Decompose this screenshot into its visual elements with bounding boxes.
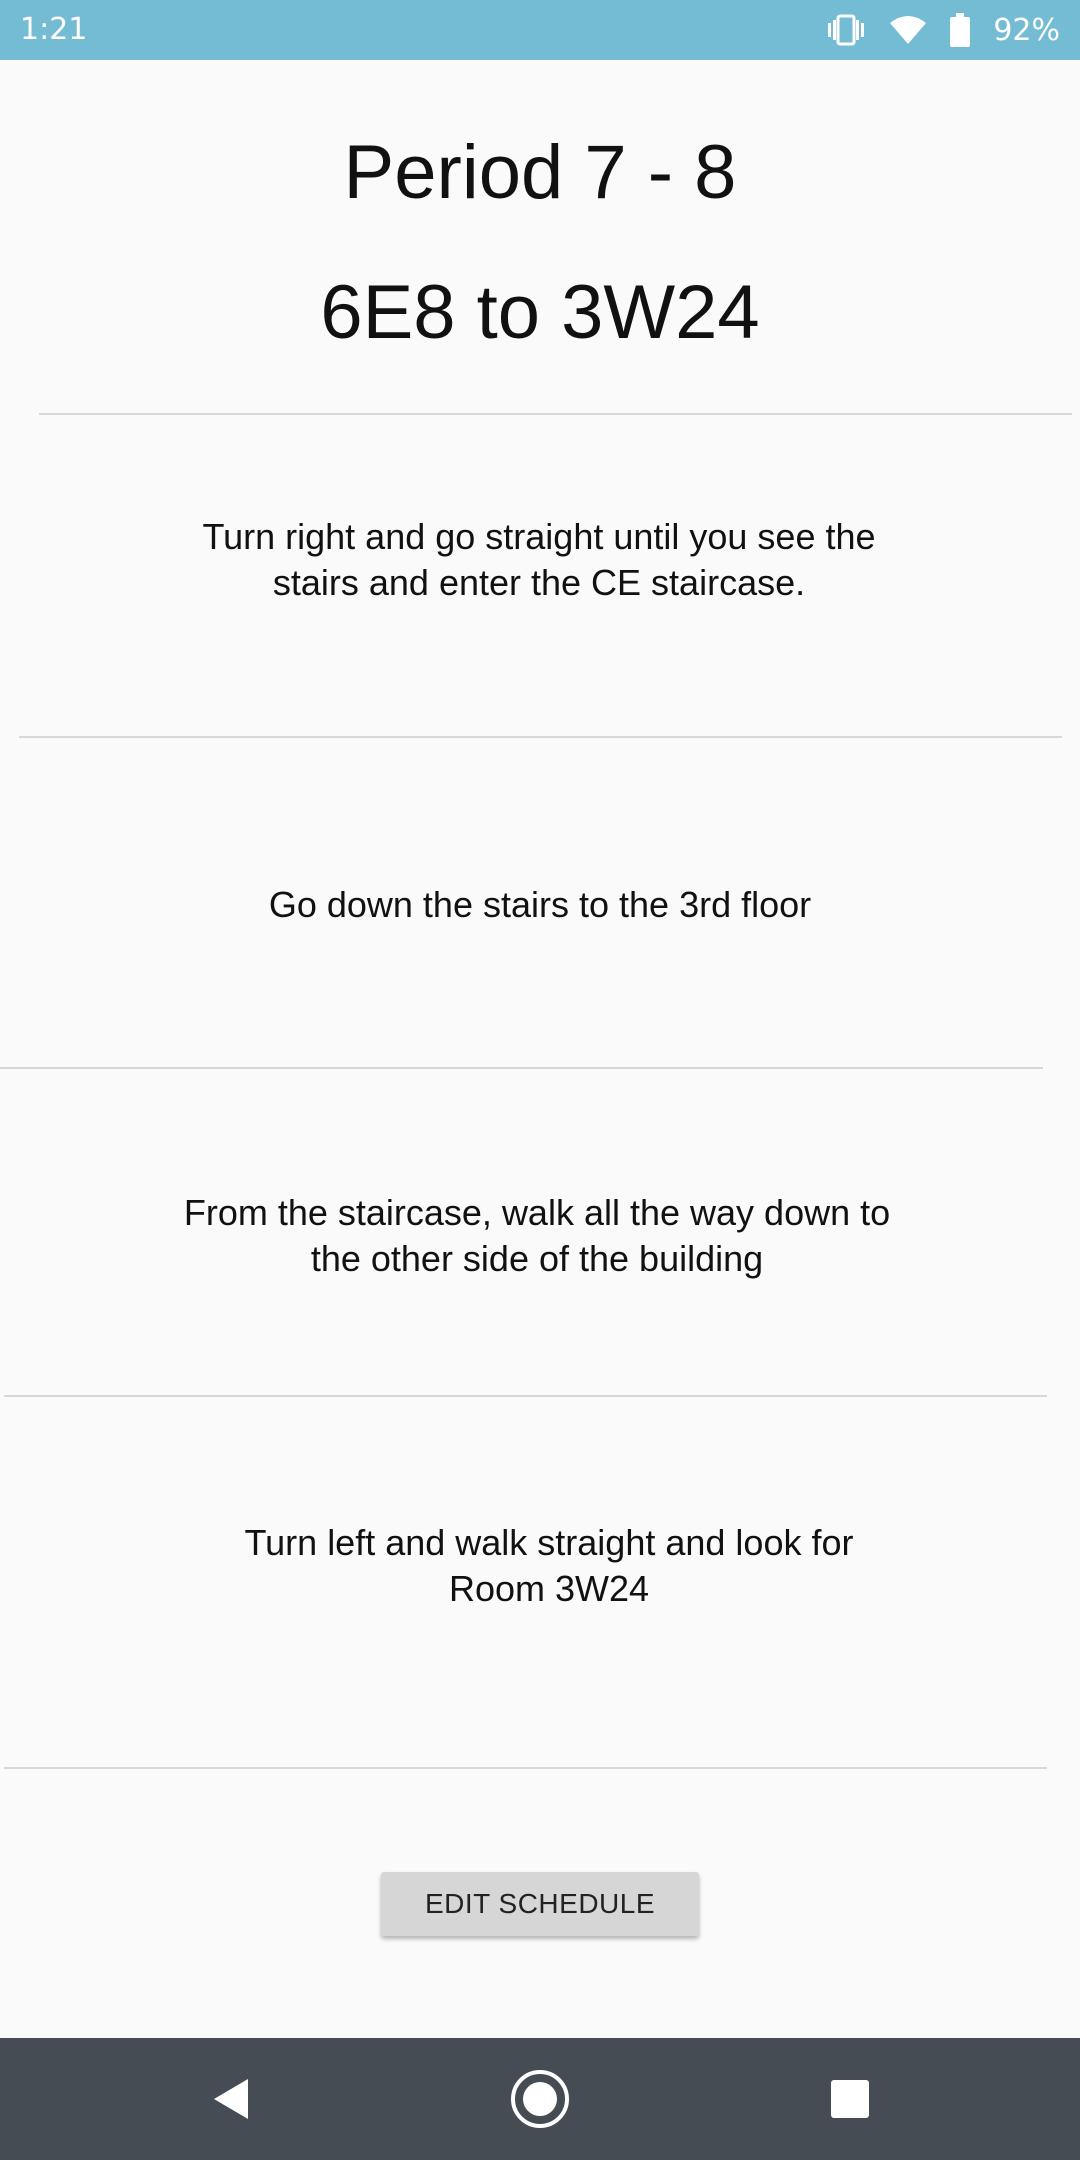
- step-4-line-2: Room 3W24: [448, 1568, 650, 1609]
- direction-step-2: Go down the stairs to the 3rd floor: [0, 860, 1080, 950]
- vibrate-icon: [825, 14, 867, 46]
- divider: [19, 736, 1062, 738]
- status-icons: 92%: [825, 0, 1060, 60]
- recents-icon: [831, 2080, 869, 2118]
- home-icon: [511, 2070, 569, 2128]
- step-4-line-1: Turn left and walk straight and look for: [244, 1522, 854, 1563]
- divider: [0, 1067, 1043, 1069]
- battery-icon: [949, 13, 971, 47]
- home-button[interactable]: [480, 2038, 600, 2160]
- step-2-line-1: Go down the stairs to the 3rd floor: [268, 884, 812, 925]
- step-1-line-2: stairs and enter the CE staircase.: [272, 562, 806, 603]
- back-icon: [214, 2079, 248, 2119]
- status-bar: 1:21 92%: [0, 0, 1080, 60]
- direction-step-3: From the staircase, walk all the way dow…: [0, 1188, 1077, 1284]
- divider: [4, 1767, 1047, 1769]
- navigation-bar: [0, 2038, 1080, 2160]
- divider: [39, 413, 1072, 415]
- battery-percent: 92%: [993, 12, 1060, 48]
- divider: [4, 1395, 1047, 1397]
- step-3-line-2: the other side of the building: [310, 1238, 764, 1279]
- step-3-line-1: From the staircase, walk all the way dow…: [183, 1192, 891, 1233]
- recents-button[interactable]: [790, 2038, 910, 2160]
- back-button[interactable]: [170, 2038, 290, 2160]
- direction-step-4: Turn left and walk straight and look for…: [9, 1518, 1080, 1614]
- period-title: Period 7 - 8: [343, 130, 737, 215]
- status-time: 1:21: [20, 12, 88, 47]
- route-title: 6E8 to 3W24: [320, 270, 760, 355]
- wifi-icon: [889, 15, 927, 45]
- direction-step-1: Turn right and go straight until you see…: [0, 500, 1079, 620]
- step-1-line-1: Turn right and go straight until you see…: [202, 516, 876, 557]
- edit-schedule-button[interactable]: EDIT SCHEDULE: [381, 1872, 699, 1936]
